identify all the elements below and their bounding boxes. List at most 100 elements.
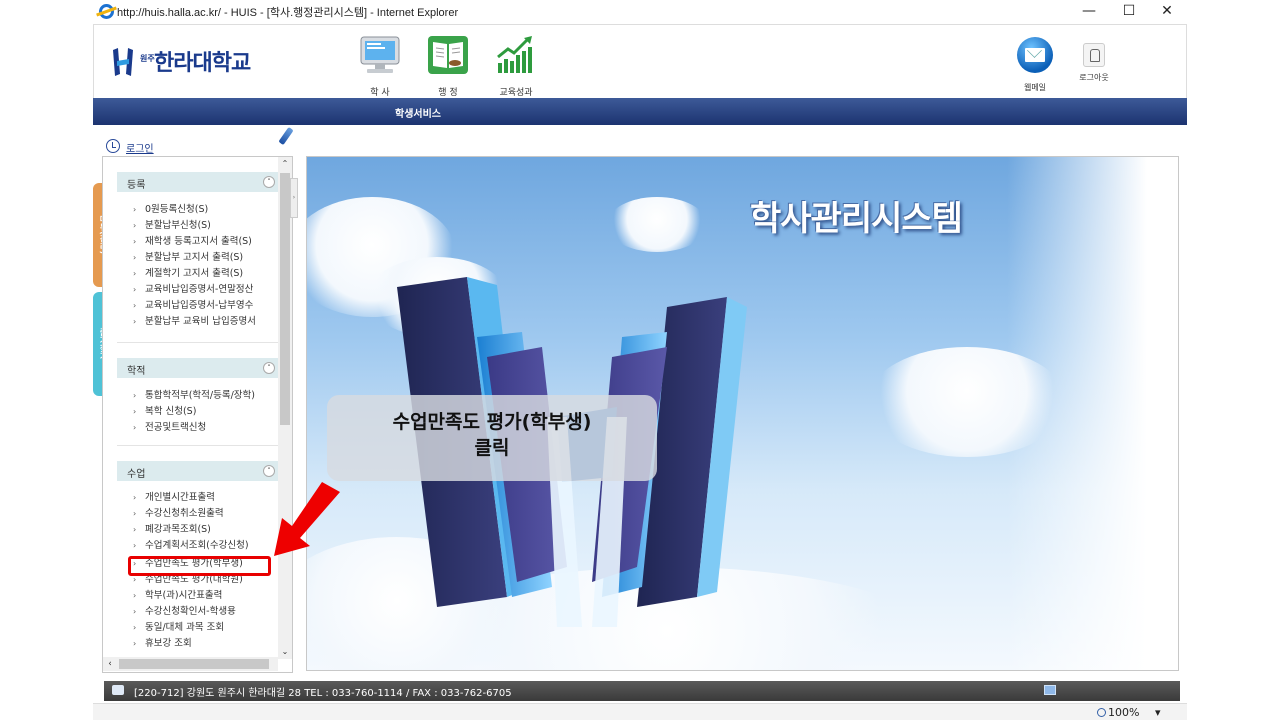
chevron-right-icon: ›	[133, 493, 137, 502]
menu-item-label: 수업계획서조회(수강신청)	[145, 540, 249, 551]
menu-item[interactable]: › 분할납부 고지서 출력(S)	[133, 250, 243, 266]
highlight-box	[128, 556, 271, 576]
chevron-right-icon: ›	[133, 285, 137, 294]
close-button[interactable]: ✕	[1147, 1, 1187, 21]
bar-chart-icon	[497, 36, 532, 73]
menu-item[interactable]: › 개인별시간표출력	[133, 490, 215, 506]
menu-item[interactable]: › 교육비납입증명서-연말정산	[133, 282, 253, 298]
chevron-right-icon: ›	[133, 237, 137, 246]
pin-icon[interactable]	[278, 126, 294, 146]
group-divider	[117, 342, 281, 343]
scroll-thumb[interactable]	[280, 173, 290, 425]
menu-item-label: 개인별시간표출력	[145, 492, 215, 503]
collapse-icon[interactable]: ˄	[263, 176, 275, 188]
menu-item[interactable]: › 동일/대체 과목 조회	[133, 620, 224, 636]
chevron-right-icon: ›	[133, 591, 137, 600]
group-header-classes[interactable]: 수업 ˄	[117, 461, 281, 481]
menu-item[interactable]: › 계절학기 고지서 출력(S)	[133, 266, 243, 282]
scroll-thumb[interactable]	[119, 659, 269, 669]
menu-item-label: 0원등록신청(S)	[145, 204, 209, 215]
menu-item[interactable]: › 수강신청취소원출력	[133, 506, 224, 522]
chevron-right-icon: ›	[133, 253, 137, 262]
nav-academic-label: 학 사	[370, 88, 390, 98]
menu-item[interactable]: › 전공및트랙신청	[133, 420, 206, 436]
menu-item[interactable]: › 분할납부 교육비 납입증명서	[133, 314, 256, 330]
menu-item[interactable]: › 수업계획서조회(수강신청)	[133, 538, 249, 554]
logout-button[interactable]: 로그아웃	[1074, 43, 1114, 83]
chevron-right-icon: ›	[133, 301, 137, 310]
webmail-label: 웹메일	[1023, 83, 1047, 92]
zoom-level[interactable]: 100% ▾	[1108, 706, 1160, 719]
group-header-records[interactable]: 학적 ˄	[117, 358, 281, 378]
menu-item-label: 통합학적부(학적/등록/장학)	[145, 390, 255, 401]
site-header: 원주 한라대학교 학 사 행 정 교육성과 웹메일 로그아웃	[93, 24, 1187, 98]
chevron-right-icon: ›	[133, 623, 137, 632]
menu-item[interactable]: › 폐강과목조회(S)	[133, 522, 211, 538]
login-row: 로그인	[106, 138, 266, 156]
lock-icon	[1083, 43, 1105, 67]
menu-item[interactable]: › 교육비납입증명서-납부영수	[133, 298, 253, 314]
webmail-button[interactable]: 웹메일	[1012, 37, 1058, 93]
menu-item-label: 학부(과)시간표출력	[145, 590, 223, 601]
group-divider	[117, 445, 281, 446]
chevron-right-icon: ›	[133, 221, 137, 230]
group-header-registration[interactable]: 등록 ˄	[117, 172, 281, 192]
chevron-right-icon: ›	[133, 525, 137, 534]
menu-item-label: 계절학기 고지서 출력(S)	[145, 268, 244, 279]
logo-text[interactable]: 한라대학교	[154, 45, 251, 77]
scroll-down-icon[interactable]: ⌄	[278, 645, 292, 659]
menu-item-label: 전공및트랙신청	[145, 422, 207, 433]
menu-item-label: 휴보강 조회	[145, 638, 192, 649]
menu-item[interactable]: › 복학 신청(S)	[133, 404, 196, 420]
nav-academic[interactable]: 학 사	[350, 33, 410, 98]
instruction-line1: 수업만족도 평가(학부생)	[392, 411, 592, 433]
zoom-icon[interactable]	[1097, 708, 1106, 717]
menu-item[interactable]: › 휴보강 조회	[133, 636, 192, 652]
menu-item-label: 수강신청취소원출력	[145, 508, 224, 519]
subnav-student-services[interactable]: 학생서비스	[395, 105, 441, 120]
subnav-bar: 학생서비스	[93, 98, 1187, 125]
minimize-button[interactable]: —	[1069, 1, 1109, 21]
menu-item-label: 동일/대체 과목 조회	[145, 622, 225, 633]
menu-item[interactable]: › 수강신청확인서-학생용	[133, 604, 236, 620]
instruction-text: 수업만족도 평가(학부생) 클릭	[327, 409, 657, 461]
group-title: 수업	[127, 469, 146, 480]
sidebar-collapse-handle[interactable]: ›	[290, 178, 298, 218]
site-footer: [220-712] 강원도 원주시 한라대길 28 TEL : 033-760-…	[104, 681, 1180, 701]
chevron-down-icon[interactable]: ▾	[1155, 706, 1161, 719]
menu-item[interactable]: › 통합학적부(학적/등록/장학)	[133, 388, 255, 404]
window-titlebar: http://huis.halla.ac.kr/ - HUIS - [학사.행정…	[93, 0, 1187, 24]
browser-statusbar: 100% ▾	[93, 703, 1187, 720]
chat-icon	[112, 685, 124, 695]
menu-item[interactable]: › 분할납부신청(S)	[133, 218, 211, 234]
monitor-icon[interactable]	[1044, 685, 1056, 695]
scroll-up-icon[interactable]: ⌃	[278, 157, 292, 171]
chevron-right-icon: ›	[133, 509, 137, 518]
nav-admin[interactable]: 행 정	[418, 33, 478, 98]
clock-icon	[106, 139, 120, 153]
menu-item-label: 교육비납입증명서-납부영수	[145, 300, 254, 311]
sidebar-menu: 등록 ˄ › 0원등록신청(S) › 분할납부신청(S) › 재학생 등록고지서 출력…	[102, 156, 293, 673]
login-link[interactable]: 로그인	[126, 140, 154, 155]
logout-label: 로그아웃	[1079, 73, 1109, 82]
chevron-right-icon: ›	[133, 317, 137, 326]
chevron-right-icon: ›	[133, 639, 137, 648]
menu-item[interactable]: › 0원등록신청(S)	[133, 202, 208, 218]
monitor-icon	[360, 36, 400, 73]
window-title: http://huis.halla.ac.kr/ - HUIS - [학사.행정…	[117, 7, 459, 19]
menu-item[interactable]: › 재학생 등록고지서 출력(S)	[133, 234, 252, 250]
maximize-button[interactable]: ☐	[1109, 1, 1149, 21]
collapse-icon[interactable]: ˄	[263, 465, 275, 477]
scroll-left-icon[interactable]: ‹	[103, 657, 117, 671]
university-logo-icon[interactable]	[111, 46, 135, 78]
sidebar-vertical-scrollbar[interactable]: ⌃ ⌄	[278, 157, 292, 659]
red-arrow-icon	[274, 482, 340, 556]
sidebar-horizontal-scrollbar[interactable]: ‹	[103, 657, 278, 671]
nav-outcomes[interactable]: 교육성과	[486, 33, 546, 98]
chevron-right-icon: ›	[133, 391, 137, 400]
collapse-icon[interactable]: ˄	[263, 362, 275, 374]
nav-admin-label: 행 정	[438, 88, 458, 98]
menu-item-label: 분할납부 교육비 납입증명서	[145, 316, 256, 327]
menu-item[interactable]: › 학부(과)시간표출력	[133, 588, 222, 604]
chevron-right-icon: ›	[133, 407, 137, 416]
